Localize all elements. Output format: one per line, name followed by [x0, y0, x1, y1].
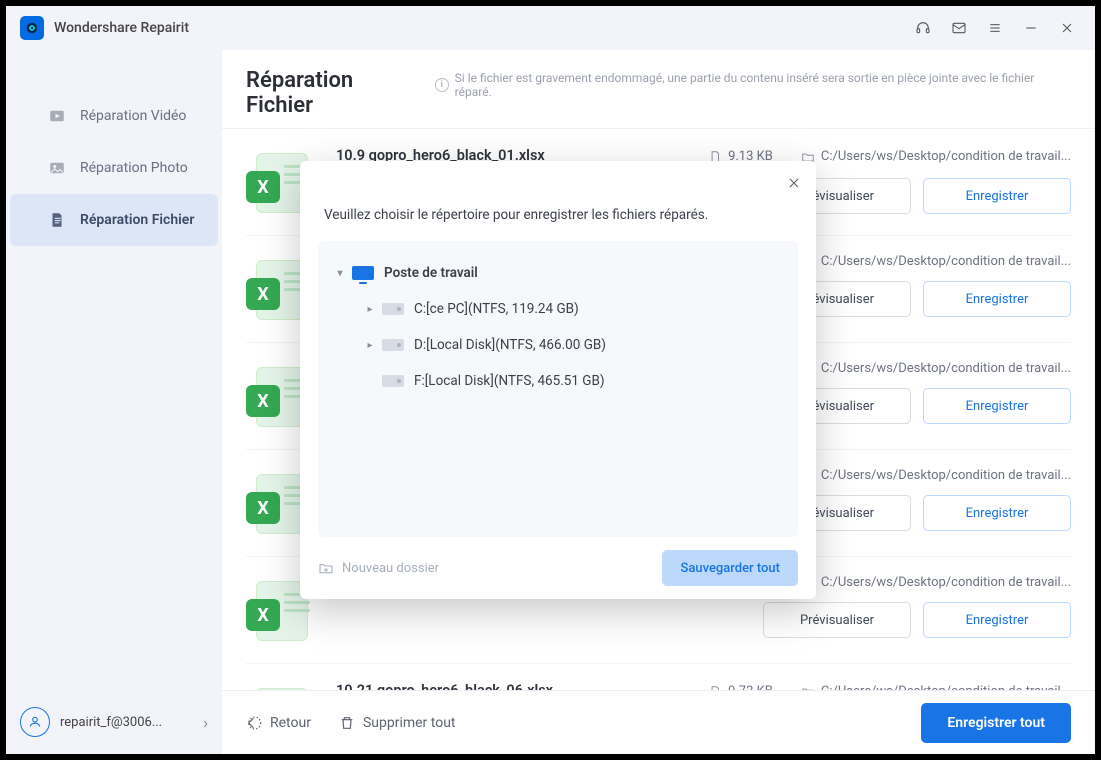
- file-path: C:/Users/ws/Desktop/condition de travail…: [801, 361, 1071, 376]
- sidebar-item-label: Réparation Fichier: [80, 212, 194, 228]
- delete-all-button[interactable]: Supprimer tout: [339, 715, 456, 731]
- save-directory-modal: Veuillez choisir le répertoire pour enre…: [300, 161, 816, 599]
- app-name: Wondershare Repairit: [54, 20, 189, 36]
- minimize-icon[interactable]: [1013, 10, 1049, 46]
- save-button[interactable]: Enregistrer: [923, 602, 1071, 638]
- preview-button[interactable]: Prévisualiser: [763, 602, 911, 638]
- support-icon[interactable]: [905, 10, 941, 46]
- file-path: C:/Users/ws/Desktop/condition de travail…: [801, 468, 1071, 483]
- file-row: X 10.21 gopro_hero6_black_06.xlsx 9.72 K…: [246, 664, 1071, 690]
- modal-close-icon[interactable]: [782, 171, 806, 195]
- titlebar: Wondershare Repairit: [6, 6, 1095, 50]
- user-bar[interactable]: repairit_f@3006... ›: [6, 690, 222, 754]
- info-icon: i: [435, 78, 449, 92]
- page-hint: i Si le fichier est gravement endommagé,…: [435, 71, 1071, 99]
- drive-icon: [382, 337, 404, 353]
- close-icon[interactable]: [1049, 10, 1085, 46]
- file-name: 10.21 gopro_hero6_black_06.xlsx: [336, 682, 553, 690]
- sidebar-item-file[interactable]: Réparation Fichier: [10, 194, 218, 246]
- sidebar-item-video[interactable]: Réparation Vidéo: [10, 90, 218, 142]
- back-icon: [246, 715, 262, 731]
- menu-icon[interactable]: [977, 10, 1013, 46]
- sidebar-item-photo[interactable]: Réparation Photo: [10, 142, 218, 194]
- mail-icon[interactable]: [941, 10, 977, 46]
- drive-icon: [382, 373, 404, 389]
- drive-icon: [382, 301, 404, 317]
- page-title: Réparation Fichier: [246, 68, 425, 118]
- trash-icon: [339, 715, 355, 731]
- xlsx-file-icon: X: [246, 682, 316, 690]
- file-icon: [48, 211, 66, 229]
- photo-icon: [48, 159, 66, 177]
- back-button[interactable]: Retour: [246, 715, 311, 731]
- save-button[interactable]: Enregistrer: [923, 281, 1071, 317]
- save-button[interactable]: Enregistrer: [923, 178, 1071, 214]
- file-path: C:/Users/ws/Desktop/condition de travail…: [801, 575, 1071, 590]
- folder-plus-icon: [318, 560, 334, 576]
- chevron-right-icon: ▸: [362, 304, 378, 315]
- sidebar-item-label: Réparation Photo: [80, 160, 188, 176]
- computer-icon: [352, 265, 374, 281]
- video-icon: [48, 107, 66, 125]
- user-name: repairit_f@3006...: [60, 715, 203, 730]
- directory-tree: ▾ Poste de travail ▸ C:[ce PC](NTFS, 119…: [318, 241, 798, 537]
- file-path: C:/Users/ws/Desktop/condition de travail…: [801, 149, 1071, 164]
- modal-save-all-button[interactable]: Sauvegarder tout: [662, 550, 798, 586]
- save-all-button[interactable]: Enregistrer tout: [921, 703, 1071, 743]
- save-button[interactable]: Enregistrer: [923, 388, 1071, 424]
- save-button[interactable]: Enregistrer: [923, 495, 1071, 531]
- file-path: C:/Users/ws/Desktop/condition de travail…: [801, 254, 1071, 269]
- modal-prompt: Veuillez choisir le répertoire pour enre…: [300, 161, 816, 241]
- drive-node[interactable]: ▸ C:[ce PC](NTFS, 119.24 GB): [354, 291, 792, 327]
- app-logo: [20, 16, 44, 40]
- tree-root[interactable]: ▾ Poste de travail: [324, 255, 792, 291]
- avatar: [20, 707, 50, 737]
- chevron-right-icon: ›: [203, 713, 208, 732]
- sidebar: Réparation Vidéo Réparation Photo Répara…: [6, 50, 222, 754]
- drive-node[interactable]: F:[Local Disk](NTFS, 465.51 GB): [354, 363, 792, 399]
- chevron-down-icon: ▾: [332, 268, 348, 279]
- drive-node[interactable]: ▸ D:[Local Disk](NTFS, 466.00 GB): [354, 327, 792, 363]
- new-folder-button[interactable]: Nouveau dossier: [318, 560, 439, 576]
- sidebar-item-label: Réparation Vidéo: [80, 108, 186, 124]
- chevron-right-icon: ▸: [362, 340, 378, 351]
